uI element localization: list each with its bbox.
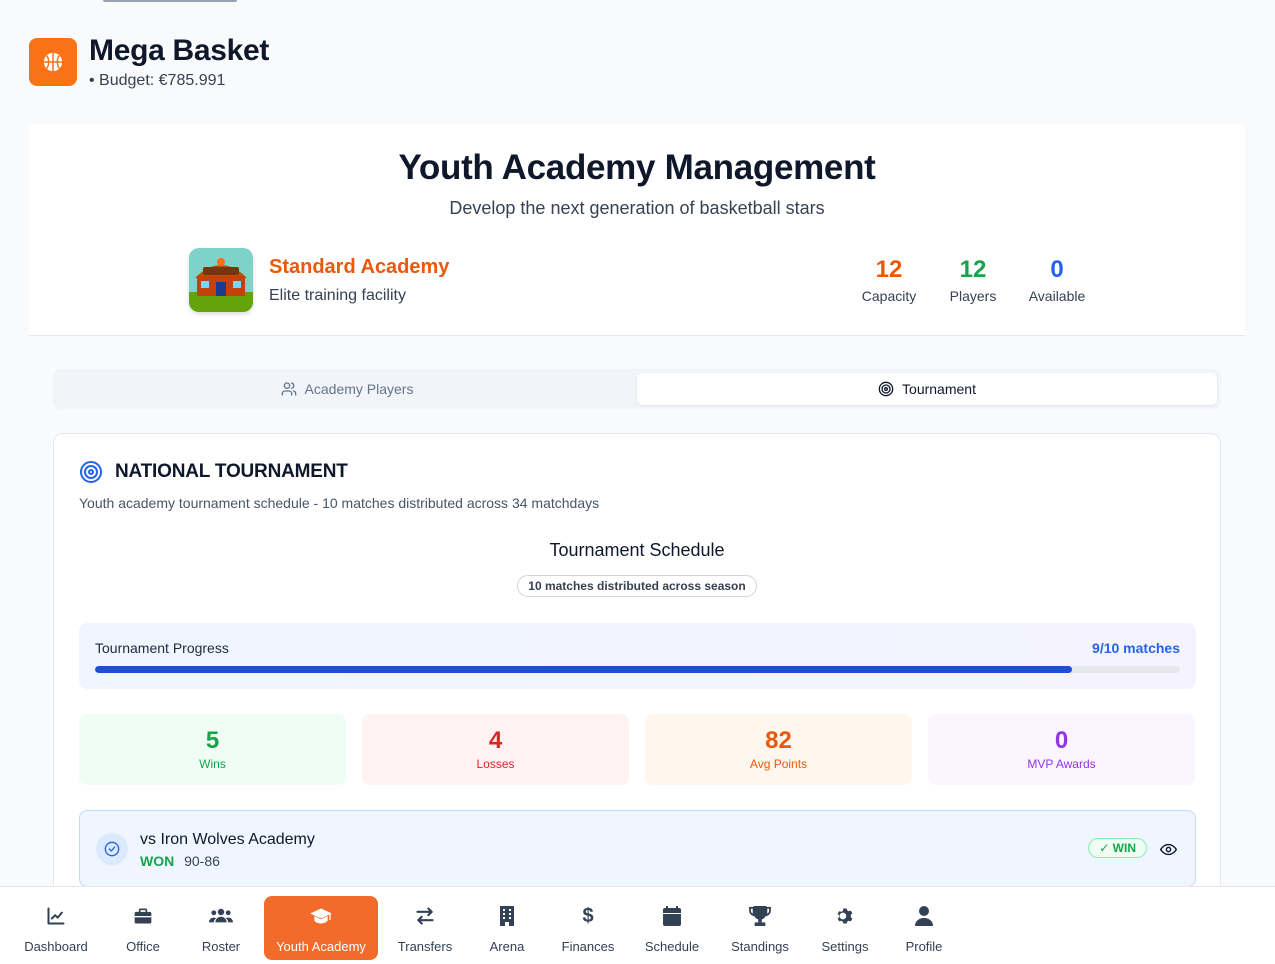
top-tab-indicator: [103, 0, 237, 2]
match-result: WON 90-86: [140, 853, 220, 869]
tab-academy-players[interactable]: Academy Players: [57, 373, 637, 405]
academy-name: Standard Academy: [269, 255, 450, 278]
tab-label: Tournament: [902, 381, 976, 397]
nav-label: Profile: [905, 939, 943, 954]
tournament-progress: Tournament Progress 9/10 matches: [79, 623, 1196, 689]
tournament-description: Youth academy tournament schedule - 10 m…: [79, 495, 600, 511]
basketball-icon: [29, 38, 77, 86]
app-title: Mega Basket: [89, 34, 270, 67]
user-icon: [915, 904, 933, 928]
page-title: Youth Academy Management: [398, 148, 876, 187]
progress-track: [95, 666, 1180, 673]
trophy-icon: [749, 904, 771, 928]
progress-label: Tournament Progress: [95, 640, 229, 656]
stat-label: Players: [949, 288, 997, 304]
stat-tile-avg-points: 82 Avg Points: [645, 714, 912, 785]
nav-schedule[interactable]: Schedule: [640, 896, 704, 960]
target-icon: [80, 461, 102, 483]
nav-label: Transfers: [397, 939, 453, 954]
tile-label: Avg Points: [749, 757, 808, 771]
tab-tournament[interactable]: Tournament: [637, 373, 1217, 405]
tile-value: 0: [1054, 727, 1069, 754]
nav-arena[interactable]: Arena: [482, 896, 532, 960]
stat-value: 12: [959, 256, 987, 283]
bottom-nav: Dashboard Office Roster Youth Academy Tr…: [0, 886, 1275, 964]
academy-stats: 12 Capacity 12 Players 0 Available: [853, 256, 1105, 304]
nav-label: Finances: [561, 939, 615, 954]
match-opponent: vs Iron Wolves Academy: [140, 831, 315, 848]
nav-label: Office: [126, 939, 160, 954]
tile-label: MVP Awards: [1027, 757, 1096, 771]
nav-finances[interactable]: $ Finances: [556, 896, 620, 960]
nav-label: Roster: [201, 939, 241, 954]
stat-players: 12 Players: [937, 256, 1009, 304]
nav-office[interactable]: Office: [113, 896, 173, 960]
nav-label: Standings: [731, 939, 789, 954]
match-row[interactable]: vs Iron Wolves Academy WON 90-86 ✓ WIN: [79, 810, 1196, 887]
view-match-button[interactable]: [1159, 841, 1178, 863]
nav-dashboard[interactable]: Dashboard: [20, 896, 92, 960]
users-icon: [209, 904, 233, 928]
nav-youth-academy[interactable]: Youth Academy: [264, 896, 378, 960]
nav-label: Settings: [821, 939, 869, 954]
tournament-title: NATIONAL TOURNAMENT: [115, 461, 348, 482]
nav-roster[interactable]: Roster: [190, 896, 252, 960]
tile-label: Wins: [199, 757, 226, 771]
page-subtitle: Develop the next generation of basketbal…: [449, 198, 825, 218]
stat-label: Capacity: [861, 288, 917, 304]
match-score: 90-86: [184, 853, 220, 869]
win-badge: ✓ WIN: [1088, 838, 1147, 858]
nav-transfers[interactable]: Transfers: [392, 896, 458, 960]
schedule-badge: 10 matches distributed across season: [517, 575, 757, 597]
calendar-icon: [663, 904, 681, 928]
tile-value: 82: [765, 727, 792, 754]
users-icon: [281, 382, 296, 396]
tile-value: 5: [205, 727, 220, 754]
arrows-icon: [415, 904, 435, 928]
tab-label: Academy Players: [304, 381, 414, 397]
stat-tile-mvp-awards: 0 MVP Awards: [928, 714, 1195, 785]
target-icon: [878, 381, 894, 397]
nav-standings[interactable]: Standings: [726, 896, 794, 960]
check-circle-icon: [96, 833, 128, 865]
app-header: Mega Basket • Budget: €785.991: [29, 36, 269, 90]
tile-label: Losses: [476, 757, 515, 771]
academy-tabs: Academy Players Tournament: [53, 369, 1221, 409]
stat-capacity: 12 Capacity: [853, 256, 925, 304]
stat-tile-losses: 4 Losses: [362, 714, 629, 785]
stat-value: 12: [875, 256, 903, 283]
nav-settings[interactable]: Settings: [816, 896, 874, 960]
schedule-title: Tournament Schedule: [549, 540, 725, 560]
gear-icon: [835, 904, 855, 928]
dollar-icon: $: [582, 905, 594, 927]
budget-display: • Budget: €785.991: [89, 72, 226, 89]
nav-profile[interactable]: Profile: [898, 896, 950, 960]
nav-label: Dashboard: [24, 939, 88, 954]
academy-hero: Youth Academy Management Develop the nex…: [29, 124, 1245, 336]
progress-count: 9/10 matches: [1092, 640, 1180, 656]
nav-label: Arena: [489, 939, 525, 954]
nav-label: Youth Academy: [276, 939, 366, 954]
academy-image: [189, 248, 253, 312]
progress-fill: [95, 666, 1072, 673]
graduation-cap-icon: [309, 904, 333, 928]
tournament-stats: 5 Wins 4 Losses 82 Avg Points 0 MVP Awar…: [79, 714, 1195, 785]
academy-description: Elite training facility: [269, 286, 406, 304]
eye-icon: [1159, 843, 1178, 856]
chart-line-icon: [46, 904, 66, 928]
match-outcome: WON: [140, 853, 175, 869]
briefcase-icon: [133, 904, 153, 928]
academy-info: Standard Academy Elite training facility: [189, 248, 449, 312]
stat-tile-wins: 5 Wins: [79, 714, 346, 785]
stat-available: 0 Available: [1021, 256, 1093, 304]
tournament-card: NATIONAL TOURNAMENT Youth academy tourna…: [53, 433, 1221, 903]
stat-label: Available: [1028, 288, 1086, 304]
stat-value: 0: [1050, 256, 1064, 283]
tile-value: 4: [488, 727, 503, 754]
building-icon: [499, 904, 515, 928]
nav-label: Schedule: [644, 939, 700, 954]
